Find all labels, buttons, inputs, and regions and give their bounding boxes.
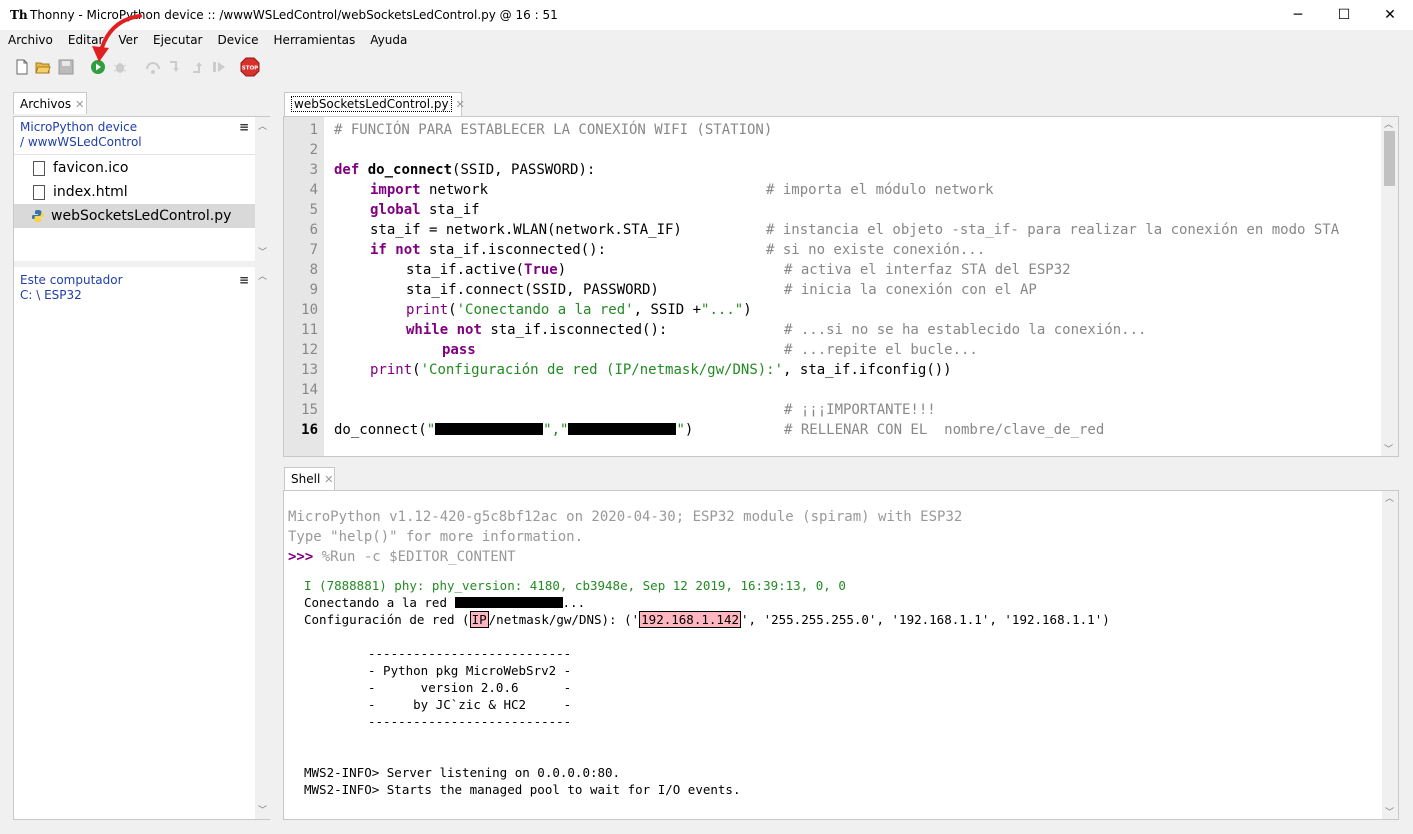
code-comment-6: # instancia el objeto -sta_if- para real… [766, 222, 1340, 238]
shell-output-config: Configuración de red (IP/netmask/gw/DNS)… [304, 611, 1110, 628]
menu-device[interactable]: Device [209, 31, 265, 51]
save-icon[interactable] [58, 59, 74, 75]
code-line-1: # FUNCIÓN PARA ESTABLECER LA CONEXIÓN WI… [334, 122, 773, 138]
microwebsrv-banner-line: --------------------------- [368, 714, 572, 729]
code-line-13: print('Configuración de red (IP/netmask/… [370, 362, 952, 378]
open-folder-icon[interactable] [35, 59, 51, 75]
file-item-index[interactable]: index.html [14, 180, 255, 204]
shell-output-connecting: Conectando a la red ... [304, 595, 586, 610]
local-section-title[interactable]: Este computador C: \ ESP32 [20, 273, 123, 303]
code-comment-15: # ¡¡¡IMPORTANTE!!! [784, 402, 936, 418]
shell-banner-line-1: MicroPython v1.12-420-g5c8bf12ac on 2020… [288, 509, 963, 525]
microwebsrv-banner-line: - Python pkg MicroWebSrv2 - [368, 663, 572, 678]
microwebsrv-banner-line: - version 2.0.6 - [368, 680, 572, 695]
code-line-9: sta_if.connect(SSID, PASSWORD) [406, 282, 659, 298]
shell-scrollbar[interactable]: ︿ ﹀ [1382, 491, 1398, 819]
redacted-ssid-output [454, 597, 563, 608]
code-comment-9: # inicia la conexión con el AP [784, 282, 1037, 298]
device-section-title[interactable]: MicroPython device / wwwWSLedControl [20, 120, 142, 150]
shell-command-line: >>> %Run -c $EDITOR_CONTENT [288, 549, 516, 565]
redacted-password [568, 423, 677, 435]
new-file-icon[interactable] [14, 59, 30, 75]
code-line-7: if not sta_if.isconnected(): [370, 242, 607, 258]
shell-output-phy: I (7888881) phy: phy_version: 4180, cb39… [304, 578, 846, 593]
redacted-ssid [435, 423, 544, 435]
maximize-button[interactable]: ☐ [1321, 0, 1367, 30]
code-line-10: print('Conectando a la red', SSID +"..."… [406, 302, 752, 318]
step-over-icon[interactable] [145, 59, 161, 75]
microwebsrv-banner-line: - by JC`zic & HC2 - [368, 697, 572, 712]
device-scrollbar[interactable]: ︿ ﹀ [255, 117, 271, 261]
code-comment-7: # si no existe conexión... [766, 242, 986, 258]
close-button[interactable]: ✕ [1367, 0, 1413, 30]
menu-ejecutar[interactable]: Ejecutar [145, 31, 210, 51]
thonny-app-icon: Th [10, 8, 28, 22]
line-number-gutter: 1 2 3 4 5 6 7 8 9 10 11 12 13 14 15 16 [284, 117, 324, 456]
title-bar: Th Thonny - MicroPython device :: /wwwWS… [0, 0, 1413, 30]
code-comment-4: # importa el módulo network [766, 182, 994, 198]
toolbar: STOP [0, 54, 1413, 80]
files-panel: MicroPython device / wwwWSLedControl ≡ f… [13, 116, 271, 820]
file-item-websockets[interactable]: webSocketsLedControl.py [14, 204, 255, 228]
code-comment-12: # ...repite el bucle... [784, 342, 978, 358]
local-scrollbar[interactable]: ︿ ﹀ [255, 267, 271, 819]
tab-shell[interactable]: Shell ✕ [284, 467, 335, 490]
menu-bar: Archivo Editar Ver Ejecutar Device Herra… [0, 31, 414, 51]
local-section-menu-icon[interactable]: ≡ [239, 273, 249, 287]
menu-archivo[interactable]: Archivo [0, 31, 60, 51]
code-line-4: import network [370, 182, 489, 198]
tab-archivos[interactable]: Archivos ✕ [13, 92, 87, 114]
code-line-3: def do_connect(SSID, PASSWORD): [334, 162, 596, 178]
file-icon [33, 160, 45, 176]
code-editor[interactable]: 1 2 3 4 5 6 7 8 9 10 11 12 13 14 15 16 #… [283, 116, 1399, 457]
code-comment-8: # activa el interfaz STA del ESP32 [784, 262, 1071, 278]
shell-banner-line-2: Type "help()" for more information. [288, 529, 584, 545]
step-out-icon[interactable] [190, 59, 206, 75]
editor-scrollbar[interactable]: ︿ ﹀ [1381, 117, 1398, 456]
menu-herramientas[interactable]: Herramientas [266, 31, 363, 51]
shell-console[interactable]: MicroPython v1.12-420-g5c8bf12ac on 2020… [283, 490, 1399, 820]
highlight-ip-label: IP [469, 611, 489, 628]
annotation-arrow [92, 14, 142, 62]
code-line-6: sta_if = network.WLAN(network.STA_IF) [370, 222, 682, 238]
close-tab-icon[interactable]: ✕ [324, 473, 333, 486]
step-into-icon[interactable] [167, 59, 183, 75]
shell-info-line-1: MWS2-INFO> Server listening on 0.0.0.0:8… [304, 765, 621, 780]
code-comment-11: # ...si no se ha establecido la conexión… [784, 322, 1147, 338]
code-line-11: while not sta_if.isconnected(): [406, 322, 668, 338]
device-section-menu-icon[interactable]: ≡ [239, 120, 249, 134]
code-line-8: sta_if.active(True) [406, 262, 567, 278]
file-icon [33, 184, 45, 200]
tab-editor-file[interactable]: webSocketsLedControl.py ✕ [284, 92, 465, 116]
code-line-12: pass [442, 342, 476, 358]
resume-icon[interactable] [211, 59, 227, 75]
close-tab-icon[interactable]: ✕ [75, 98, 84, 111]
minimize-button[interactable]: ─ [1275, 0, 1321, 30]
code-line-16: do_connect(" "," ") [334, 422, 694, 438]
svg-text:STOP: STOP [242, 66, 258, 72]
code-line-5: global sta_if [370, 202, 480, 218]
stop-icon[interactable]: STOP [240, 57, 260, 77]
shell-info-line-2: MWS2-INFO> Starts the managed pool to wa… [304, 782, 741, 797]
editor-scroll-thumb[interactable] [1384, 131, 1395, 186]
file-item-favicon[interactable]: favicon.ico [14, 156, 255, 180]
menu-ayuda[interactable]: Ayuda [362, 31, 414, 51]
code-comment-16: # RELLENAR CON EL nombre/clave_de_red [784, 422, 1105, 438]
close-tab-icon[interactable]: ✕ [456, 98, 465, 111]
highlight-ip-address: 192.168.1.142 [639, 611, 741, 628]
python-file-icon [32, 210, 44, 222]
microwebsrv-banner-line: --------------------------- [368, 646, 572, 661]
